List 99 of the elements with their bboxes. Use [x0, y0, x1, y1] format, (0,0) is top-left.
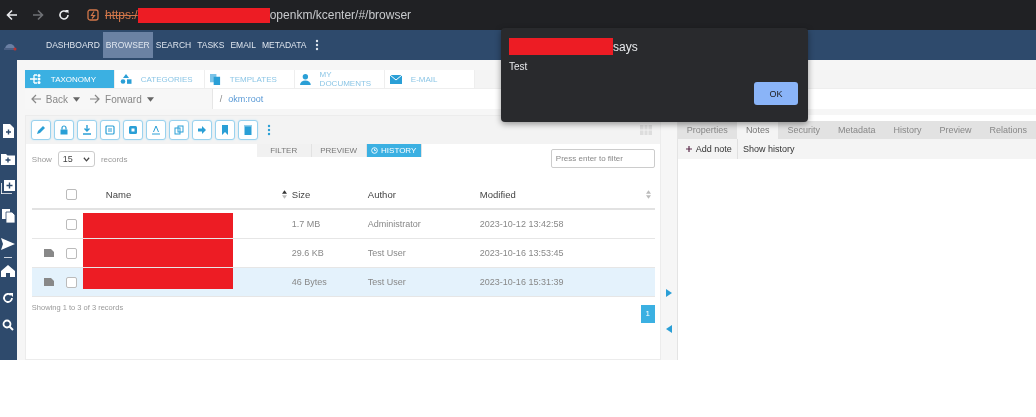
url-scheme: https:/	[105, 8, 138, 22]
arrow-right-icon	[90, 94, 101, 104]
column-header[interactable]: Modified	[479, 188, 516, 200]
trash-icon	[242, 125, 253, 135]
address-bar[interactable]: https:/ openkm/kcenter/#/browser	[84, 3, 412, 27]
view-tab[interactable]: PREVIEW	[311, 144, 367, 157]
grid-icon[interactable]	[639, 125, 652, 135]
table-row[interactable]: 46 Bytes Test User 2023-10-16 15:31:39	[31, 268, 655, 297]
column-header[interactable]: Size	[291, 188, 311, 200]
show-history-button[interactable]: Show history	[736, 139, 800, 159]
download-button[interactable]	[76, 120, 97, 140]
column-header[interactable]: Author	[367, 188, 396, 200]
view-tab[interactable]: HISTORY	[366, 144, 422, 157]
page-button[interactable]: 1	[640, 305, 655, 323]
envelope-icon	[389, 74, 402, 84]
bookmark-button[interactable]	[214, 120, 235, 140]
new-document-icon[interactable]	[2, 124, 15, 138]
forward-button[interactable]: Forward	[90, 93, 154, 105]
panel-tab[interactable]: MY DOCUMENTS	[294, 70, 385, 88]
row-checkbox[interactable]	[65, 247, 77, 259]
dialog-title: says	[613, 39, 638, 54]
reload-icon[interactable]	[58, 9, 70, 21]
row-checkbox[interactable]	[65, 276, 77, 288]
nav-tab[interactable]: EMAIL	[227, 32, 259, 58]
copy-icon[interactable]	[1, 209, 15, 223]
table-cell-text: 46 Bytes	[291, 277, 328, 287]
box-icon	[127, 125, 138, 135]
path-separator: /	[219, 94, 223, 104]
expand-right-icon[interactable]	[665, 289, 672, 297]
select-all-checkbox[interactable]	[65, 188, 77, 200]
caret-icon[interactable]	[73, 96, 81, 102]
refresh-icon[interactable]	[2, 292, 15, 304]
table-cell-text: 1.7 MB	[291, 219, 322, 229]
bookmark-icon	[219, 125, 230, 135]
nav-tab[interactable]: METADATA	[258, 32, 310, 58]
chevron-down-icon	[82, 156, 90, 162]
details-tab[interactable]: Relations	[980, 121, 1036, 139]
documents-icon	[209, 73, 221, 85]
arrow-icon	[196, 125, 207, 135]
show-label: Show	[31, 154, 52, 164]
text-button[interactable]	[145, 120, 166, 140]
new-folder-icon[interactable]	[1, 153, 16, 165]
panel-tab[interactable]: TAXONOMY	[24, 70, 115, 88]
table-cell-text: 2023-10-12 13:42:58	[479, 219, 565, 229]
clock-icon	[371, 147, 379, 154]
arrow-left-icon	[30, 94, 41, 104]
collapse-left-icon[interactable]	[665, 325, 672, 333]
page-size-select[interactable]: 15	[57, 151, 95, 167]
breadcrumb-link[interactable]: okm:root	[228, 94, 264, 104]
trash-button[interactable]	[237, 120, 258, 140]
copy-button[interactable]	[168, 120, 189, 140]
text-icon	[150, 125, 161, 135]
nav-tab[interactable]: DASHBOARD	[43, 32, 103, 58]
nav-tab[interactable]: SEARCH	[152, 32, 195, 58]
view-tab[interactable]: FILTER	[256, 144, 312, 157]
plus-icon	[685, 146, 692, 152]
column-header[interactable]: Name	[105, 188, 132, 200]
table-cell-text: Test User	[367, 248, 407, 258]
url-text: openkm/kcenter/#/browser	[269, 8, 412, 22]
sort-icon[interactable]	[281, 189, 287, 199]
back-icon[interactable]	[6, 9, 18, 21]
dialog-message: Test	[509, 61, 529, 72]
add-copy-icon[interactable]	[1, 180, 16, 194]
details-tab[interactable]: Preview	[930, 121, 981, 139]
ok-button[interactable]: OK	[754, 82, 798, 105]
details-tab[interactable]: History	[884, 121, 931, 139]
pencil-icon	[35, 125, 46, 135]
search-icon[interactable]	[2, 319, 15, 331]
back-button[interactable]: Back	[30, 93, 81, 105]
more-icon[interactable]	[315, 39, 320, 51]
arrow-button[interactable]	[191, 120, 212, 140]
lock-button[interactable]	[53, 120, 74, 140]
table-cell-text: Administrator	[367, 219, 422, 229]
records-label: records	[100, 154, 128, 164]
table-cell-text: 2023-10-16 15:31:39	[479, 277, 565, 287]
caret-icon[interactable]	[146, 96, 154, 102]
user-icon	[299, 73, 311, 85]
nav-tab[interactable]: BROWSER	[102, 32, 153, 58]
tree-icon	[29, 74, 42, 84]
details-tab[interactable]: Security	[778, 121, 829, 139]
row-checkbox[interactable]	[65, 218, 77, 230]
pencil-button[interactable]	[30, 120, 51, 140]
add-note-button[interactable]: Add note	[677, 139, 737, 159]
details-tab[interactable]: Metadata	[828, 121, 885, 139]
lock-icon	[58, 125, 69, 135]
table-cell-text: 2023-10-16 13:53:45	[479, 248, 565, 258]
filter-field[interactable]: Press enter to filter	[550, 149, 655, 168]
home-icon[interactable]	[1, 265, 16, 277]
nav-tab[interactable]: TASKS	[194, 32, 228, 58]
box-button[interactable]	[122, 120, 143, 140]
forward-icon[interactable]	[32, 9, 44, 21]
table-cell-text: 29.6 KB	[291, 248, 325, 258]
table-row[interactable]: 1.7 MB Administrator 2023-10-12 13:42:58	[31, 210, 655, 239]
details-tab[interactable]: Properties	[677, 121, 737, 139]
copy-icon	[173, 125, 184, 135]
send-icon[interactable]	[1, 238, 16, 250]
shapes-icon	[119, 74, 132, 84]
download-icon	[81, 125, 92, 135]
table-cell-text: Test User	[367, 277, 407, 287]
